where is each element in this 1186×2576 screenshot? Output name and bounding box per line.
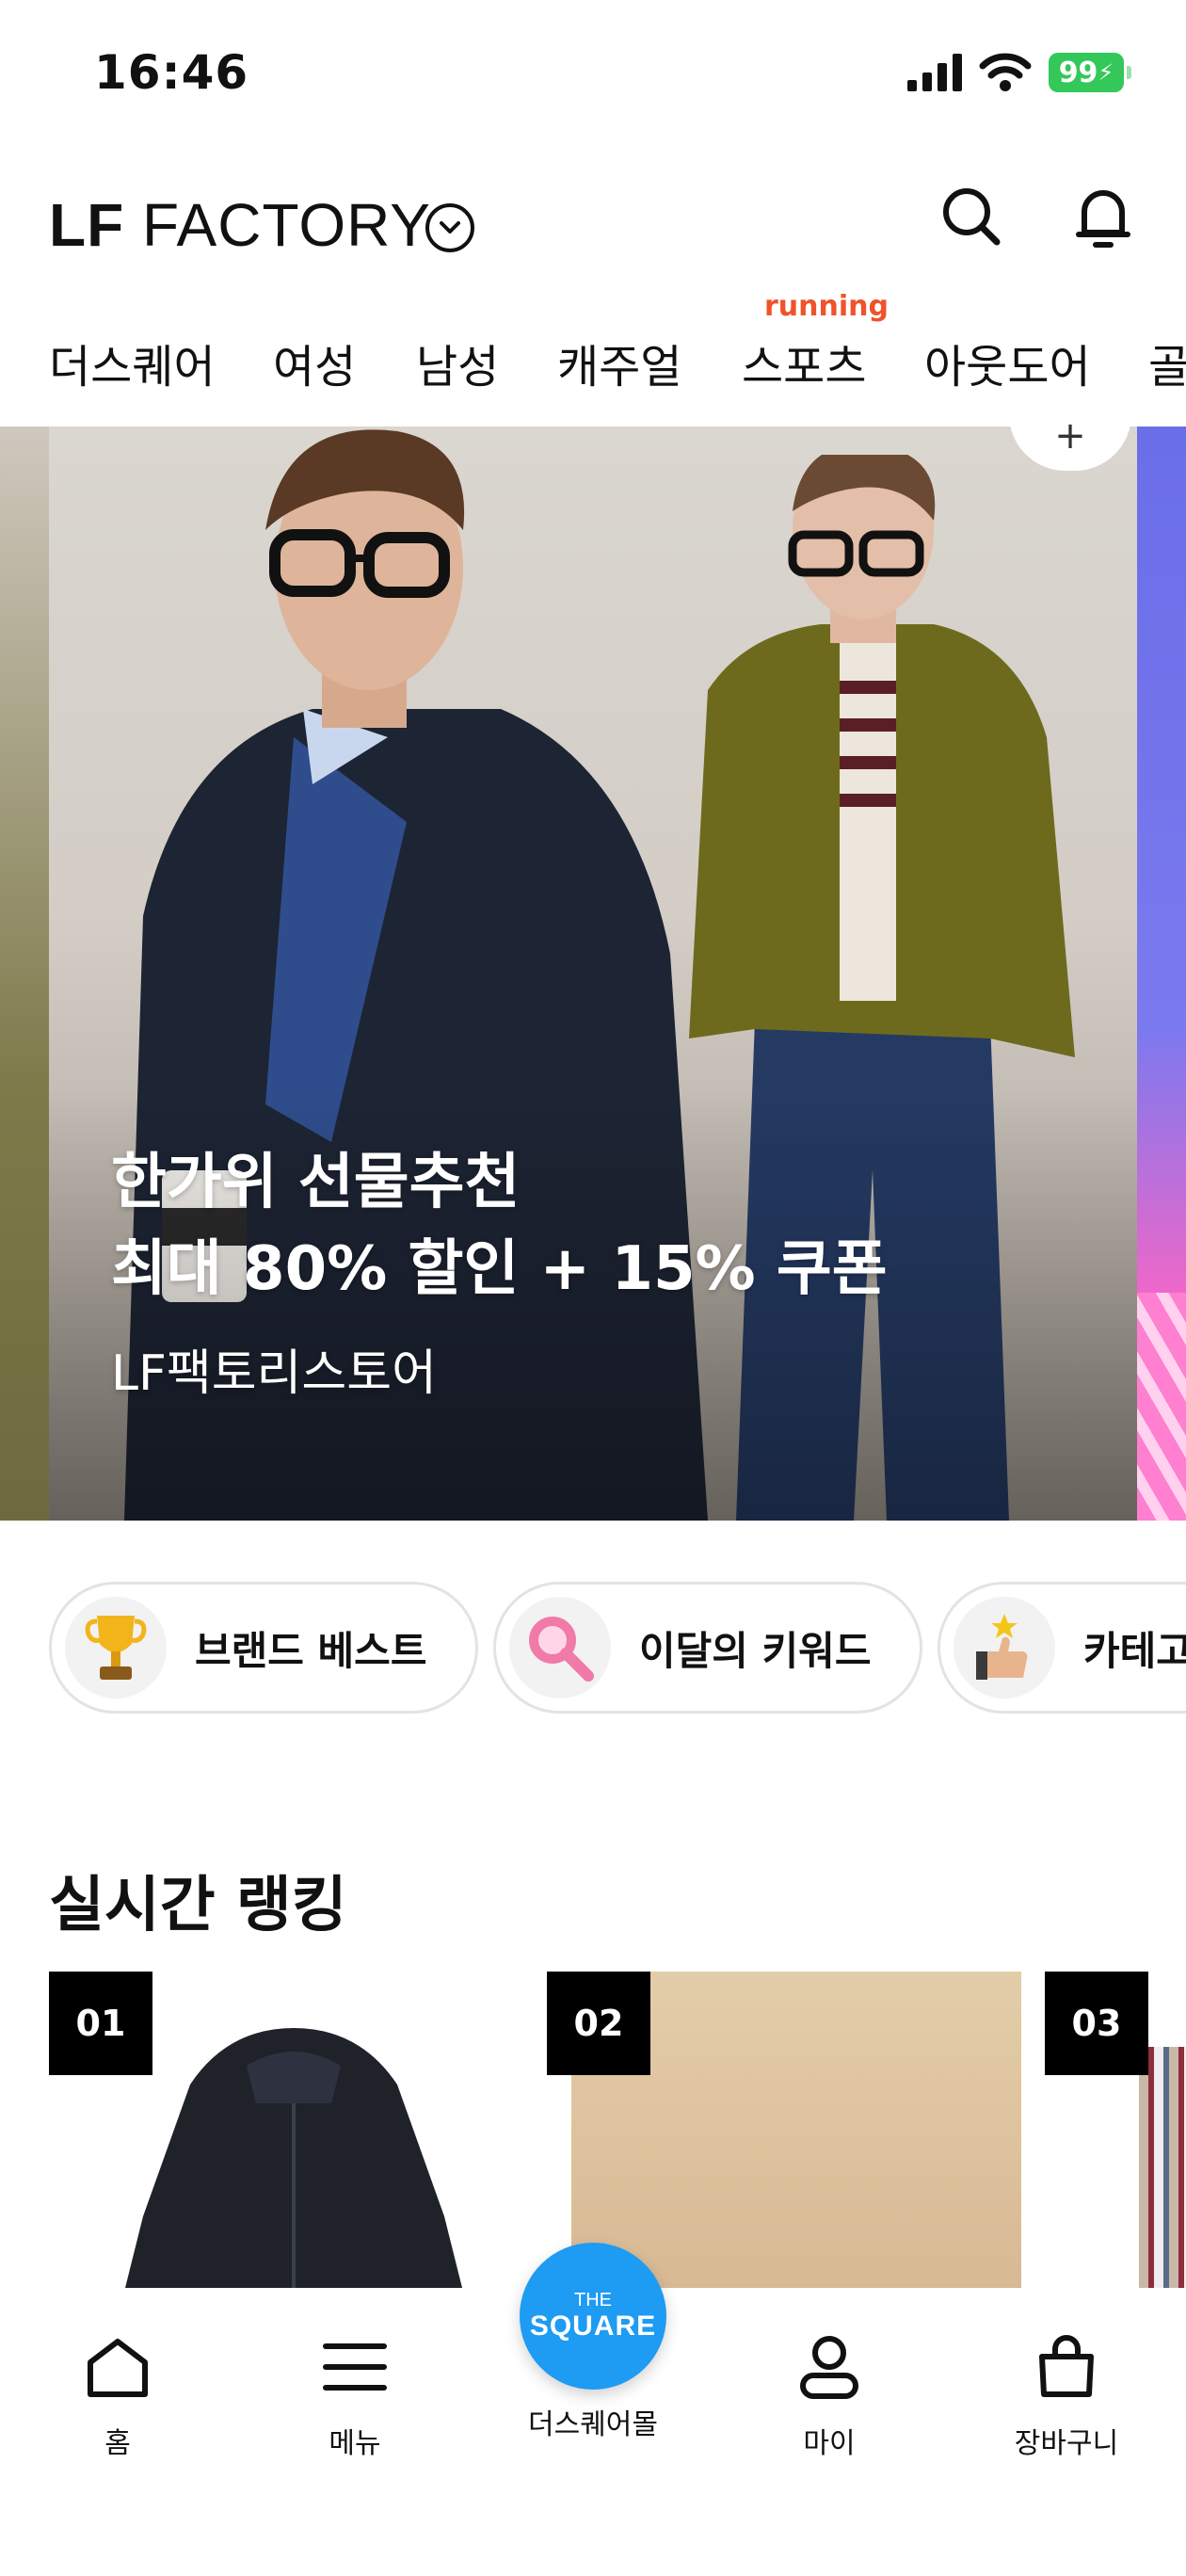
category-tabs: 더스퀘어 여성 남성 캐주얼 running 스포츠 아웃도어 골: [0, 282, 1186, 424]
nav-label: 마이: [803, 2427, 856, 2460]
the-square-icon-text: SQUARE: [529, 2310, 657, 2342]
search-icon: [943, 188, 1001, 246]
banner-prev-slide[interactable]: [0, 427, 49, 1521]
status-bar: 16:46 99 ⚡: [0, 0, 1186, 151]
ranking-item[interactable]: 02: [547, 1972, 1021, 2292]
tab-casual[interactable]: 캐주얼: [557, 330, 681, 395]
tab-men[interactable]: 남성: [416, 330, 499, 395]
thumbs-up-icon: [954, 1597, 1055, 1699]
nav-my[interactable]: 마이: [735, 2329, 923, 2461]
the-square-button[interactable]: THE SQUARE: [520, 2243, 666, 2390]
status-icons: 99 ⚡: [907, 53, 1131, 92]
rank-badge: 01: [49, 1972, 152, 2075]
nav-menu[interactable]: 메뉴: [261, 2329, 449, 2461]
banner-title-line1: 한가위 선물추천: [111, 1148, 521, 1217]
tab-sports[interactable]: 스포츠: [742, 330, 866, 395]
product-image-3: [1139, 2047, 1186, 2292]
battery-icon: 99 ⚡: [1049, 53, 1131, 92]
banner-next-slide[interactable]: [1137, 427, 1186, 1521]
status-time: 16:46: [94, 45, 249, 100]
battery-level: 99: [1058, 56, 1098, 89]
chip-label: 이달의 키워드: [639, 1627, 872, 1674]
chip-label: 브랜드 베스트: [195, 1627, 427, 1674]
search-button[interactable]: [934, 179, 1009, 254]
menu-icon: [317, 2329, 393, 2405]
cart-icon: [1029, 2329, 1104, 2405]
user-icon: [792, 2329, 867, 2405]
nav-label: 장바구니: [1014, 2427, 1119, 2460]
cellular-signal-icon: [907, 54, 962, 91]
tab-the-square[interactable]: 더스퀘어: [49, 330, 216, 395]
shortcut-chips: 브랜드 베스트 이달의 키워드 카테고: [0, 1582, 1186, 1717]
brand-logo[interactable]: LF FACTORY: [49, 190, 431, 260]
magnifier-icon: [509, 1597, 611, 1699]
chevron-down-icon[interactable]: [425, 203, 474, 252]
nav-home[interactable]: 홈: [24, 2329, 212, 2461]
rank-badge: 02: [547, 1972, 650, 2075]
ranking-item[interactable]: 03: [1045, 1972, 1186, 2292]
chip-category[interactable]: 카테고: [938, 1582, 1186, 1714]
home-icon: [80, 2329, 155, 2405]
wifi-icon: [979, 53, 1032, 91]
ranking-item[interactable]: 01: [49, 1972, 523, 2292]
notification-button[interactable]: [1066, 179, 1141, 254]
tab-badge-running: running: [764, 290, 889, 323]
chip-label: 카테고: [1083, 1627, 1186, 1674]
nav-label: 홈: [104, 2427, 131, 2460]
nav-label: 메뉴: [329, 2427, 381, 2460]
chip-monthly-keyword[interactable]: 이달의 키워드: [493, 1582, 922, 1714]
nav-label-the-square-mall: 더스퀘어몰: [528, 2408, 658, 2441]
banner-subtitle: LF팩토리스토어: [111, 1345, 437, 1402]
bell-icon: [1076, 190, 1130, 248]
banner-copy: 한가위 선물추천 최대 80% 할인 + 15% 쿠폰 LF팩토리스토어: [111, 1139, 888, 1404]
tab-golf[interactable]: 골: [1148, 330, 1186, 395]
banner-title-line2: 최대 80% 할인 + 15% 쿠폰: [111, 1234, 888, 1304]
app-header: LF FACTORY: [0, 179, 1186, 282]
tab-outdoor[interactable]: 아웃도어: [924, 330, 1091, 395]
tab-women[interactable]: 여성: [273, 330, 356, 395]
rank-badge: 03: [1045, 1972, 1148, 2075]
nav-cart[interactable]: 장바구니: [972, 2329, 1161, 2461]
ranking-section-title: 실시간 랭킹: [49, 1871, 347, 1940]
chip-brand-best[interactable]: 브랜드 베스트: [49, 1582, 478, 1714]
plus-icon: +: [1054, 414, 1086, 458]
trophy-icon: [65, 1597, 167, 1699]
the-square-icon-small: THE: [574, 2290, 612, 2310]
header-actions: [934, 179, 1141, 254]
